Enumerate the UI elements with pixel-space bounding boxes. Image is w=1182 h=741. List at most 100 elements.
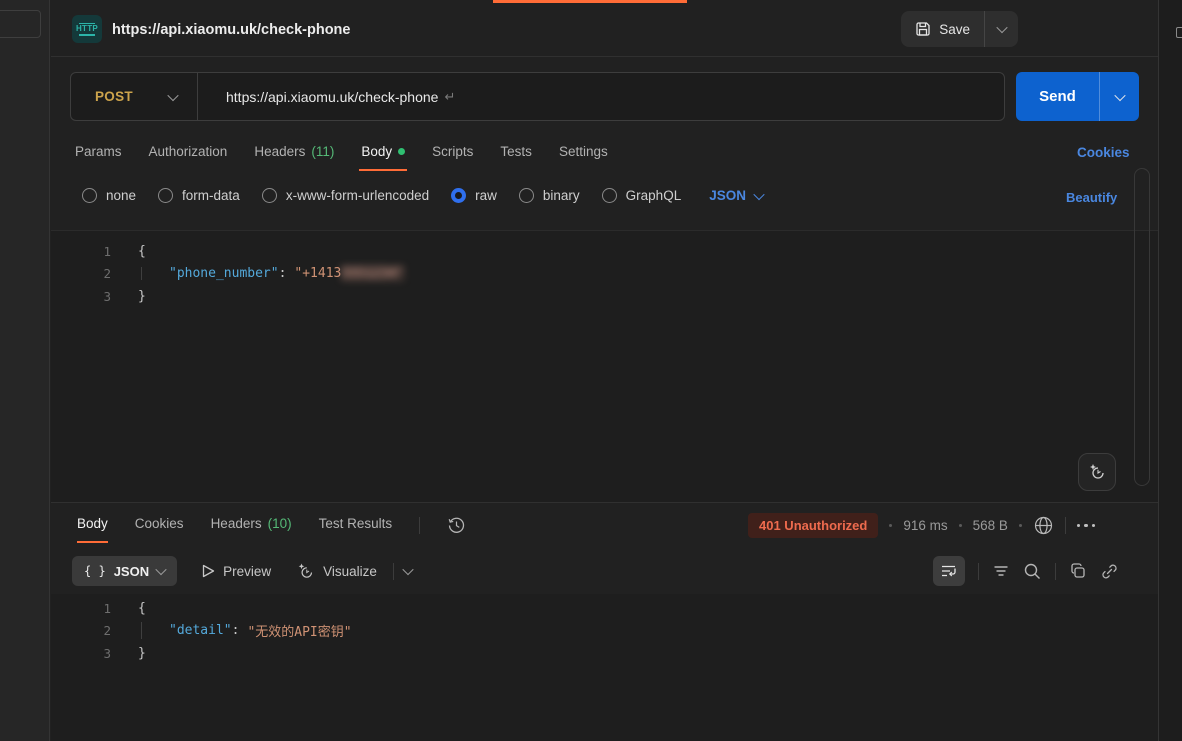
radio-label: raw	[475, 188, 497, 203]
dot-separator	[1019, 524, 1022, 527]
response-size[interactable]: 568 B	[973, 518, 1008, 533]
tab-params[interactable]: Params	[75, 144, 122, 163]
code-line: 1 {	[51, 597, 1158, 620]
code-line: 2 "detail" : "无效的API密钥"	[51, 620, 1158, 643]
dot-separator	[959, 524, 962, 527]
json-value: "无效的API密钥"	[247, 621, 351, 640]
url-input[interactable]: https://api.xiaomu.uk/check-phone	[198, 89, 438, 105]
response-tab-body[interactable]: Body	[77, 516, 108, 535]
bodytype-binary[interactable]: binary	[519, 188, 580, 203]
format-selector[interactable]: JSON	[709, 188, 763, 203]
response-time[interactable]: 916 ms	[903, 518, 947, 533]
tab-label: Headers	[211, 516, 262, 531]
right-rail-partial-icon[interactable]	[1176, 27, 1182, 38]
bodytype-graphql[interactable]: GraphQL	[602, 188, 682, 203]
status-badge[interactable]: 401 Unauthorized	[748, 513, 878, 538]
tab-label: Authorization	[149, 144, 228, 159]
link-button[interactable]	[1100, 562, 1119, 581]
divider	[393, 563, 394, 580]
visualize-button[interactable]: Visualize	[296, 562, 377, 581]
indent-guide	[141, 622, 142, 639]
method-selector[interactable]: POST	[71, 89, 197, 104]
preview-label: Preview	[223, 564, 271, 579]
sidebar-collapsed-panel[interactable]	[0, 10, 41, 38]
response-toolbar: { } JSON Preview Visualize	[72, 556, 412, 586]
request-body-editor[interactable]: 1 { 2 "phone_number" : "+1413 5551234" 3…	[51, 230, 1158, 502]
code-line: 3 }	[51, 285, 1158, 308]
chevron-down-icon	[155, 564, 166, 575]
json-value-redacted: 5551234"	[341, 266, 404, 281]
bodytype-form-data[interactable]: form-data	[158, 188, 240, 203]
format-label: JSON	[709, 188, 746, 203]
radio-label: none	[106, 188, 136, 203]
preview-button[interactable]: Preview	[202, 564, 271, 579]
response-tab-headers[interactable]: Headers (10)	[211, 516, 292, 535]
bodytype-raw[interactable]: raw	[451, 188, 497, 203]
tab-label: Cookies	[135, 516, 184, 531]
save-button-label: Save	[939, 22, 970, 37]
code-token: {	[138, 244, 146, 259]
response-right-tools	[933, 556, 1119, 586]
chevron-down-icon	[996, 22, 1007, 33]
json-key: "detail"	[169, 623, 232, 638]
http-badge-label: HTTP	[76, 25, 98, 33]
tab-label: Body	[361, 144, 392, 159]
tab-body[interactable]: Body	[361, 144, 405, 163]
response-body-editor[interactable]: 1 { 2 "detail" : "无效的API密钥" 3 }	[51, 594, 1158, 741]
chevron-down-icon	[753, 188, 764, 199]
bodytype-none[interactable]: none	[82, 188, 136, 203]
request-tabs: Params Authorization Headers(11) Body Sc…	[75, 144, 608, 163]
send-button[interactable]: Send	[1016, 72, 1139, 121]
history-clock-icon	[447, 516, 466, 535]
divider	[51, 502, 1158, 503]
line-number: 1	[51, 244, 111, 259]
save-options-button[interactable]	[984, 11, 1018, 47]
response-format-selector[interactable]: { } JSON	[72, 556, 177, 586]
line-number: 1	[51, 601, 111, 616]
chevron-down-icon[interactable]	[402, 564, 413, 575]
send-button-label: Send	[1016, 88, 1099, 105]
radio-icon	[602, 188, 617, 203]
tab-headers[interactable]: Headers(11)	[254, 144, 334, 163]
divider	[419, 517, 420, 534]
more-options-button[interactable]	[1077, 524, 1096, 528]
beautify-link[interactable]: Beautify	[1066, 190, 1117, 205]
response-tab-cookies[interactable]: Cookies	[135, 516, 184, 535]
request-header: HTTP https://api.xiaomu.uk/check-phone S…	[51, 0, 1158, 57]
radio-label: binary	[543, 188, 580, 203]
request-scrollbar-track[interactable]	[1134, 168, 1150, 486]
headers-count-badge: (11)	[311, 144, 334, 159]
code-token: }	[138, 289, 146, 304]
tab-tests[interactable]: Tests	[500, 144, 532, 163]
bodytype-urlencoded[interactable]: x-www-form-urlencoded	[262, 188, 429, 203]
cookies-link[interactable]: Cookies	[1077, 145, 1130, 160]
tab-scripts[interactable]: Scripts	[432, 144, 473, 163]
visualize-sparkle-icon	[296, 562, 315, 581]
save-button[interactable]: Save	[901, 11, 1018, 47]
response-history-button[interactable]	[447, 516, 466, 535]
search-button[interactable]	[1023, 562, 1042, 581]
copy-button[interactable]	[1069, 562, 1087, 580]
radio-selected-icon	[451, 188, 466, 203]
network-info-button[interactable]	[1033, 515, 1054, 536]
radio-icon	[262, 188, 277, 203]
divider	[978, 563, 979, 580]
response-tabs: Body Cookies Headers (10) Test Results	[77, 516, 466, 535]
postbot-button[interactable]	[1078, 453, 1116, 491]
radio-label: form-data	[182, 188, 240, 203]
tab-settings[interactable]: Settings	[559, 144, 608, 163]
chevron-down-icon	[1114, 89, 1125, 100]
tab-authorization[interactable]: Authorization	[149, 144, 228, 163]
play-icon	[202, 564, 215, 578]
response-tab-test-results[interactable]: Test Results	[319, 516, 393, 535]
send-options-button[interactable]	[1099, 72, 1139, 121]
tab-label: Scripts	[432, 144, 473, 159]
code-line: 2 "phone_number" : "+1413 5551234"	[51, 263, 1158, 286]
radio-label: GraphQL	[626, 188, 682, 203]
app-window: HTTP https://api.xiaomu.uk/check-phone S…	[0, 0, 1182, 741]
filter-button[interactable]	[992, 562, 1010, 580]
code-token: :	[232, 623, 248, 638]
wrap-lines-button[interactable]	[933, 556, 965, 586]
divider	[1055, 563, 1056, 580]
headers-count-badge: (10)	[268, 516, 292, 531]
